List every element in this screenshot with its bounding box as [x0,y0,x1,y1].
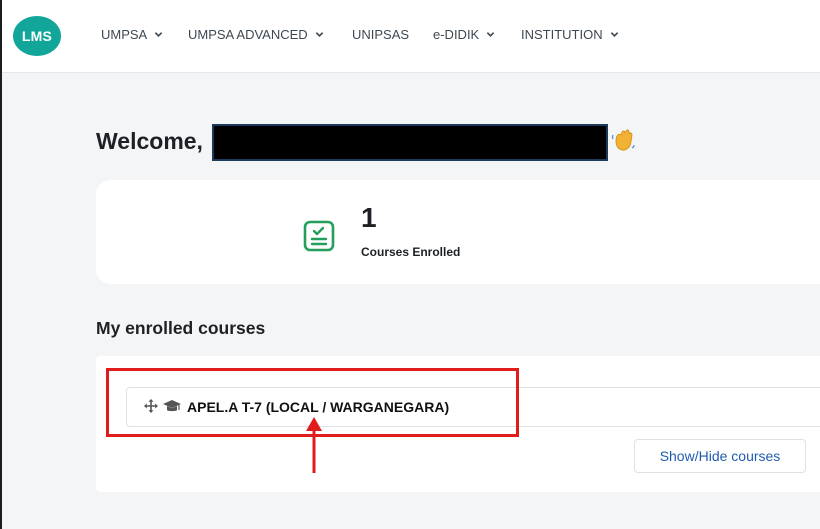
clipboard-check-icon [303,220,335,252]
courses-enrolled-label: Courses Enrolled [361,245,461,259]
annotation-arrow-icon [306,417,322,473]
chevron-down-icon [155,32,163,37]
nav-unipsas[interactable]: UNIPSAS [352,27,409,42]
waving-hand-icon [611,129,635,151]
chevron-down-icon [487,32,495,37]
enrolled-courses-title: My enrolled courses [96,318,266,338]
nav-e-didik[interactable]: e-DIDIK [433,27,495,42]
nav-unipsas-label: UNIPSAS [352,27,410,42]
courses-enrolled-count: 1 [361,202,377,233]
chevron-down-icon [610,32,618,37]
nav-umpsa-advanced[interactable]: UMPSA ADVANCED [188,27,324,42]
top-navbar: LMS UMPSA UMPSA ADVANCED UNIPSAS e-DIDIK… [2,0,820,73]
nav-umpsa-label: UMPSA [101,27,148,42]
redacted-username [212,124,608,161]
nav-umpsa-advanced-label: UMPSA ADVANCED [188,27,308,42]
stats-card [96,180,820,284]
nav-e-didik-label: e-DIDIK [433,27,480,42]
chevron-down-icon [315,32,323,37]
show-hide-courses-button[interactable]: Show/Hide courses [634,439,806,473]
lms-logo[interactable]: LMS [13,16,61,56]
nav-institution-label: INSTITUTION [521,27,603,42]
welcome-heading: Welcome, [96,128,203,154]
window-edge [0,0,2,529]
nav-institution[interactable]: INSTITUTION [521,27,619,42]
nav-umpsa[interactable]: UMPSA [101,27,163,42]
